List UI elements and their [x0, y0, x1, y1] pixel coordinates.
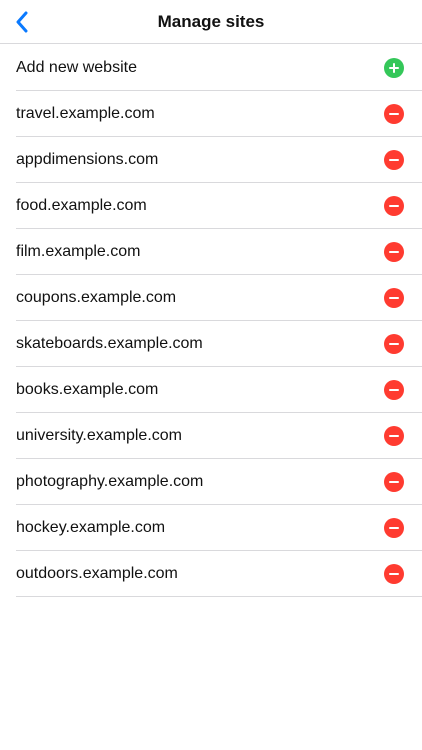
site-row[interactable]: film.example.com	[16, 229, 422, 275]
minus-circle-icon[interactable]	[384, 425, 404, 446]
site-row[interactable]: university.example.com	[16, 413, 422, 459]
site-row[interactable]: photography.example.com	[16, 459, 422, 505]
plus-vertical-bar	[393, 62, 395, 73]
minus-bar	[389, 112, 399, 115]
minus-circle-icon[interactable]	[384, 471, 404, 492]
site-label: outdoors.example.com	[16, 564, 178, 582]
add-website-row[interactable]: Add new website	[16, 45, 422, 91]
site-label: university.example.com	[16, 426, 182, 444]
minus-bar	[389, 296, 399, 299]
site-label: food.example.com	[16, 196, 147, 214]
site-row[interactable]: hockey.example.com	[16, 505, 422, 551]
page-title: Manage sites	[157, 12, 265, 31]
minus-bar	[389, 158, 399, 161]
navigation-bar: Manage sites	[0, 0, 422, 44]
minus-circle-icon[interactable]	[384, 379, 404, 400]
minus-bar	[389, 480, 399, 483]
minus-bar	[389, 204, 399, 207]
minus-bar	[389, 388, 399, 391]
site-label: hockey.example.com	[16, 518, 166, 536]
minus-circle-icon[interactable]	[384, 149, 404, 170]
minus-circle-icon[interactable]	[384, 241, 404, 262]
minus-circle-icon[interactable]	[384, 103, 404, 124]
site-label: skateboards.example.com	[16, 334, 203, 352]
site-label: film.example.com	[16, 242, 141, 260]
site-label: photography.example.com	[16, 472, 204, 490]
site-row[interactable]: travel.example.com	[16, 91, 422, 137]
minus-bar	[389, 434, 399, 437]
minus-bar	[389, 572, 399, 575]
minus-bar	[389, 526, 399, 529]
site-label: travel.example.com	[16, 104, 155, 122]
minus-circle-icon[interactable]	[384, 563, 404, 584]
back-button[interactable]	[0, 0, 44, 44]
minus-bar	[389, 250, 399, 253]
site-label: appdimensions.com	[16, 150, 159, 168]
site-row[interactable]: skateboards.example.com	[16, 321, 422, 367]
minus-bar	[389, 342, 399, 345]
chevron-left-icon	[15, 11, 29, 33]
site-list: Add new website travel.example.com appdi…	[16, 45, 422, 597]
site-row[interactable]: food.example.com	[16, 183, 422, 229]
site-row[interactable]: appdimensions.com	[16, 137, 422, 183]
minus-circle-icon[interactable]	[384, 517, 404, 538]
plus-circle-icon[interactable]	[384, 57, 404, 78]
site-row[interactable]: coupons.example.com	[16, 275, 422, 321]
add-website-label: Add new website	[16, 58, 137, 76]
site-label: books.example.com	[16, 380, 159, 398]
minus-circle-icon[interactable]	[384, 195, 404, 216]
site-row[interactable]: books.example.com	[16, 367, 422, 413]
site-label: coupons.example.com	[16, 288, 177, 306]
minus-circle-icon[interactable]	[384, 333, 404, 354]
site-row[interactable]: outdoors.example.com	[16, 551, 422, 597]
minus-circle-icon[interactable]	[384, 287, 404, 308]
